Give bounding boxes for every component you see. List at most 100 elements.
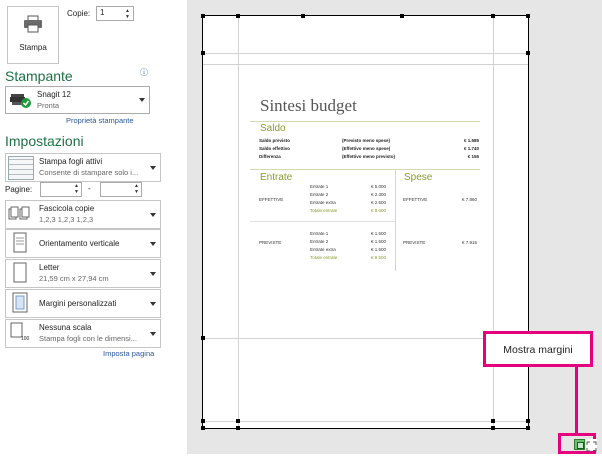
spinner-icon[interactable]: ▲ ▼	[74, 183, 79, 195]
margin-handle[interactable]	[201, 419, 205, 423]
entrate-row-label: Entrate 2	[310, 239, 329, 244]
margin-handle[interactable]	[491, 14, 495, 18]
entrate-row-label: Entrate 1	[310, 184, 329, 189]
entrate-title: Entrate	[260, 172, 293, 183]
chevron-down-icon	[150, 271, 156, 276]
zoom-to-page-button[interactable]	[586, 439, 597, 452]
pages-label: Pagine:	[5, 185, 33, 194]
entrate-row: Entrate 1 € 1.500	[310, 231, 386, 239]
margin-handle[interactable]	[201, 14, 205, 18]
margin-handle[interactable]	[236, 14, 240, 18]
margin-handle[interactable]	[526, 419, 530, 423]
printer-properties-link[interactable]: Proprietà stampante	[66, 116, 134, 125]
paper-size-dimensions: 21,59 cm x 27,94 cm	[39, 274, 109, 283]
spinner-down-icon[interactable]: ▼	[125, 14, 130, 20]
spinner-icon[interactable]: ▲ ▼	[134, 183, 139, 195]
paper-icon	[8, 262, 32, 284]
margin-handle[interactable]	[491, 419, 495, 423]
chevron-down-icon	[150, 165, 156, 170]
margin-guide-left[interactable]	[238, 16, 239, 428]
settings-section-title: Impostazioni	[5, 133, 84, 149]
entrate-row-value: € 1.500	[370, 247, 386, 252]
saldo-row-value: € 1.585	[463, 138, 479, 143]
margin-handle[interactable]	[236, 426, 240, 430]
saldo-row-desc: (Effettivo meno spese)	[342, 146, 391, 151]
pages-to-input[interactable]: ▲ ▼	[100, 182, 142, 197]
margin-handle[interactable]	[201, 51, 205, 55]
saldo-rule	[250, 121, 480, 122]
saldo-row: Saldo previsto (Previsto meno spese) € 1…	[259, 138, 479, 146]
chevron-down-icon	[150, 301, 156, 306]
margin-handle[interactable]	[526, 51, 530, 55]
entrate-group: Entrate 1 € 5.000 Entrate 2 € 2.300 Entr…	[310, 184, 386, 216]
margin-handle[interactable]	[491, 426, 495, 430]
chevron-down-icon	[139, 98, 145, 102]
paper-size-label: Letter	[39, 263, 60, 272]
margins-label: Margini personalizzati	[39, 299, 117, 308]
print-settings-panel: Stampa Copie: 1 ▲ ▼ Stampante ⓘ Snagit 1…	[0, 0, 166, 454]
entrate-row-value: € 1.500	[370, 239, 386, 244]
margin-guide-header[interactable]	[203, 64, 528, 65]
callout-label: Mostra margini	[503, 344, 573, 356]
print-what-dropdown[interactable]: Stampa fogli attivi Consente di stampare…	[5, 153, 161, 182]
saldo-row-value: € 1.740	[463, 146, 479, 151]
scaling-label: Nessuna scala	[39, 323, 92, 332]
entrate-row-value: € 9.500	[370, 255, 386, 260]
margin-handle[interactable]	[301, 14, 305, 18]
entrate-row-value: € 5.000	[370, 184, 386, 189]
page-setup-link[interactable]: Imposta pagina	[103, 349, 154, 358]
spese-title: Spese	[404, 172, 433, 183]
entrate-row-value: € 9.600	[370, 208, 386, 213]
chevron-down-icon	[150, 241, 156, 246]
scaling-desc: Stampa fogli con le dimensi...	[39, 334, 137, 343]
collate-dropdown[interactable]: Fascicola copie 1,2,3 1,2,3 1,2,3	[5, 200, 161, 229]
saldo-title: Saldo	[260, 123, 286, 134]
copies-spinner[interactable]: 1 ▲ ▼	[96, 6, 134, 21]
info-icon[interactable]: ⓘ	[140, 67, 148, 78]
entrate-total-row: Totale entrate € 9.500	[310, 255, 386, 263]
show-margins-callout: Mostra margini	[483, 331, 593, 367]
collate-desc: 1,2,3 1,2,3 1,2,3	[39, 215, 94, 224]
orientation-label: Orientamento verticale	[39, 239, 120, 248]
sheet-icon	[8, 156, 34, 180]
entrate-row-label: Totale entrate	[310, 255, 338, 260]
collate-icon	[8, 203, 32, 225]
margin-guide-footer[interactable]	[203, 421, 528, 422]
printer-dropdown[interactable]: Snagit 12 Pronta	[5, 86, 150, 114]
print-what-desc: Consente di stampare solo i...	[39, 168, 139, 177]
entrate-row: Entrate extra € 1.500	[310, 247, 386, 255]
saldo-row-label: Saldo previsto	[259, 138, 291, 143]
print-button[interactable]: Stampa	[7, 6, 59, 64]
margin-handle[interactable]	[400, 14, 404, 18]
entrate-row-value: € 2.500	[370, 200, 386, 205]
printer-name: Snagit 12	[37, 90, 71, 99]
saldo-rows: Saldo previsto (Previsto meno spese) € 1…	[259, 138, 479, 162]
entrate-row-label: Entrate extra	[310, 200, 336, 205]
show-margins-button[interactable]	[574, 439, 585, 450]
print-what-label: Stampa fogli attivi	[39, 157, 103, 166]
preview-page: Sintesi budget Saldo Saldo previsto (Pre…	[201, 14, 530, 430]
margin-handle[interactable]	[526, 426, 530, 430]
scaling-dropdown[interactable]: 100 Nessuna scala Stampa fogli con le di…	[5, 319, 161, 348]
margin-handle[interactable]	[201, 426, 205, 430]
margins-dropdown[interactable]: Margini personalizzati	[5, 289, 161, 318]
budget-title: Sintesi budget	[260, 96, 357, 115]
spese-row-value: € 7.860	[461, 197, 477, 202]
pages-from-input[interactable]: ▲ ▼	[40, 182, 82, 197]
margin-guide-bottom[interactable]	[203, 338, 528, 339]
section-rule	[250, 169, 480, 170]
margin-handle[interactable]	[201, 336, 205, 340]
margin-handle[interactable]	[526, 14, 530, 18]
orientation-dropdown[interactable]: Orientamento verticale	[5, 229, 161, 258]
entrate-group: Entrate 1 € 1.500 Entrate 2 € 1.500 Entr…	[310, 231, 386, 263]
margin-guide-top[interactable]	[203, 53, 528, 54]
paper-size-dropdown[interactable]: Letter 21,59 cm x 27,94 cm	[5, 259, 161, 288]
print-button-label: Stampa	[19, 43, 47, 52]
printer-icon	[24, 15, 42, 33]
collate-label: Fascicola copie	[39, 204, 95, 213]
entrate-group-label: EFFETTIVE	[259, 197, 284, 202]
entrate-row-label: Entrate extra	[310, 247, 336, 252]
saldo-row-desc: (Effettivo meno previsto)	[342, 154, 396, 159]
margin-handle[interactable]	[236, 419, 240, 423]
entrate-row: Entrate 1 € 5.000	[310, 184, 386, 192]
